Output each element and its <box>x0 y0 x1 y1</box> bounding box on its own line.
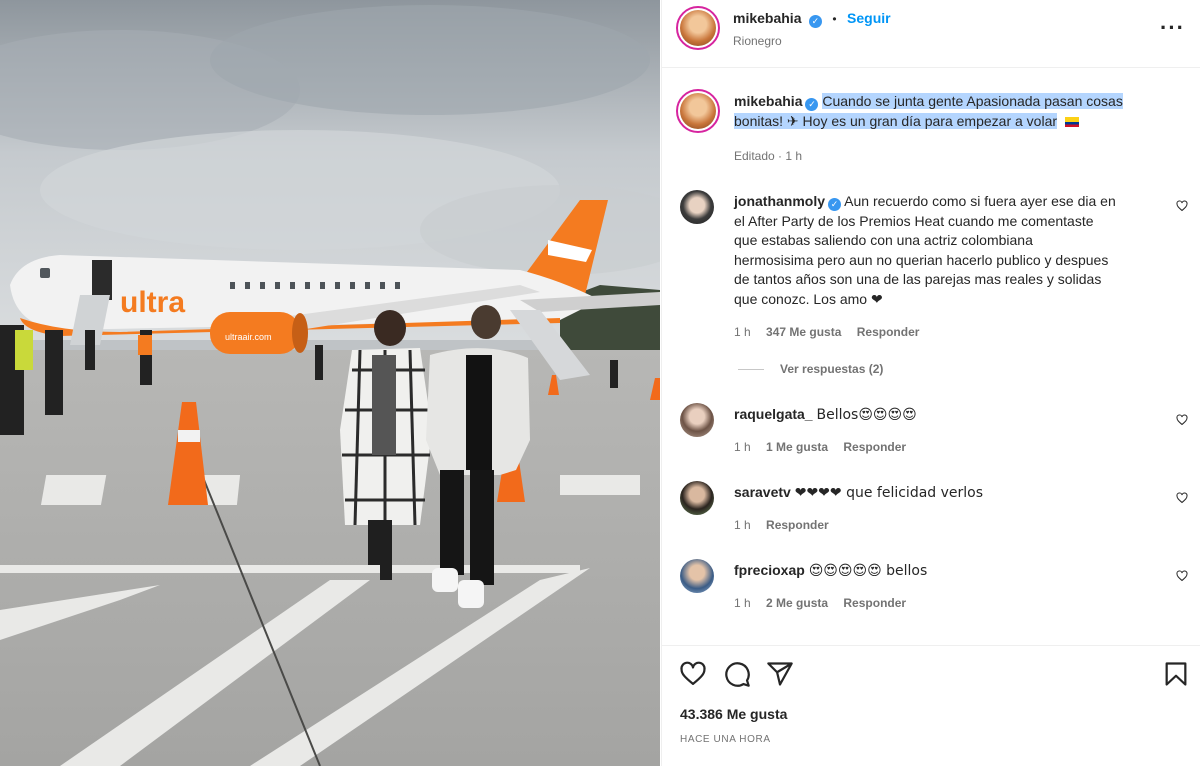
view-replies-label: Ver respuestas (2) <box>780 362 884 376</box>
caption-username[interactable]: mikebahia <box>734 93 802 109</box>
comment-time: 1 h <box>734 596 751 610</box>
airport-scene: ultra ultraair.com <box>0 0 660 766</box>
like-comment-heart-icon[interactable] <box>1176 570 1188 582</box>
caption-line2: bonitas! ✈ Hoy es un gran día para empez… <box>734 112 1058 129</box>
comment-avatar[interactable] <box>680 190 714 224</box>
location-link[interactable]: Rionegro <box>733 34 782 48</box>
comment-body: Bellos😍😍😍😍 <box>816 407 917 423</box>
comment-line: hermosisima pero aun no querian hacerlo … <box>734 251 1109 268</box>
post-panel: mikebahia ✓ • Seguir Rionegro ··· mikeba… <box>661 0 1200 766</box>
comment-username[interactable]: jonathanmoly <box>734 193 825 209</box>
like-comment-heart-icon[interactable] <box>1176 414 1188 426</box>
like-comment-heart-icon[interactable] <box>1176 492 1188 504</box>
comment-meta: 1 h 2 Me gusta Responder <box>734 596 918 610</box>
verified-icon: ✓ <box>828 198 842 211</box>
comment-body: ❤❤❤❤ que felicidad verlos <box>794 485 984 501</box>
caption-meta: Editado · 1 h <box>734 149 803 163</box>
comment-time: 1 h <box>734 325 751 339</box>
comment-username[interactable]: fprecioxap <box>734 562 805 578</box>
comment-bubble-icon[interactable] <box>723 660 751 688</box>
comment-username[interactable]: raquelgata_ <box>734 406 813 422</box>
comment-line: que conozc. Los amo ❤ <box>734 290 883 307</box>
follow-button[interactable]: Seguir <box>847 10 891 26</box>
comment-text: jonathanmoly ✓ Aun recuerdo como si fuera… <box>734 192 1174 309</box>
comment-line: el After Party de los Premios Heat cuand… <box>734 212 1094 229</box>
more-options-icon[interactable]: ··· <box>1160 15 1185 41</box>
comment-username[interactable]: saravetv <box>734 484 791 500</box>
caption-text: mikebahia ✓ Cuando se junta gente Apasion… <box>734 92 1174 131</box>
author-avatar[interactable] <box>676 6 720 50</box>
engine-text: ultraair.com <box>225 332 272 342</box>
comment-avatar[interactable] <box>680 481 714 515</box>
likes-count[interactable]: 43.386 Me gusta <box>680 706 787 722</box>
verified-icon: ✓ <box>805 98 819 111</box>
comment-body: 😍😍😍😍😍 bellos <box>808 563 928 579</box>
reply-button[interactable]: Responder <box>766 518 829 532</box>
comment-avatar[interactable] <box>680 403 714 437</box>
post-header: mikebahia ✓ • Seguir Rionegro ··· <box>662 0 1200 68</box>
separator-dot: • <box>832 12 837 26</box>
comment-text: saravetv ❤❤❤❤ que felicidad verlos <box>734 483 1174 504</box>
reply-button[interactable]: Responder <box>843 596 906 610</box>
comment-meta: 1 h 347 Me gusta Responder <box>734 325 931 339</box>
comment-meta: 1 h Responder <box>734 518 841 532</box>
view-replies-button[interactable]: Ver respuestas (2) <box>738 362 883 376</box>
comment-likes[interactable]: 1 Me gusta <box>766 440 828 454</box>
share-paper-plane-icon[interactable] <box>766 660 794 688</box>
colombia-flag-icon <box>1064 116 1079 127</box>
comment-text: fprecioxap 😍😍😍😍😍 bellos <box>734 561 1174 582</box>
comments-list[interactable]: mikebahia ✓ Cuando se junta gente Apasion… <box>662 69 1200 645</box>
comment-text: raquelgata_ Bellos😍😍😍😍 <box>734 405 1174 426</box>
author-username[interactable]: mikebahia <box>733 10 801 26</box>
comment-likes[interactable]: 2 Me gusta <box>766 596 828 610</box>
airline-logo: ultra <box>120 286 185 319</box>
save-bookmark-icon[interactable] <box>1162 660 1190 688</box>
comment-meta: 1 h 1 Me gusta Responder <box>734 440 918 454</box>
caption-avatar[interactable] <box>676 89 720 133</box>
comment-likes[interactable]: 347 Me gusta <box>766 325 841 339</box>
post-timestamp[interactable]: Hace una hora <box>680 734 771 745</box>
verified-icon: ✓ <box>808 15 822 28</box>
reply-button[interactable]: Responder <box>857 325 920 339</box>
reply-button[interactable]: Responder <box>843 440 906 454</box>
header-title-row: mikebahia ✓ • Seguir <box>733 10 891 28</box>
comment-time: 1 h <box>734 440 751 454</box>
post-footer: 43.386 Me gusta Hace una hora <box>662 645 1200 766</box>
like-comment-heart-icon[interactable] <box>1176 200 1188 212</box>
comment-line: de tantos años son una de las parejas ma… <box>734 271 1102 287</box>
comment-time: 1 h <box>734 518 751 532</box>
comment-line: que estabas saliendo con una actriz colo… <box>734 232 1033 248</box>
caption-line1: Cuando se junta gente Apasionada pasan c… <box>822 93 1123 109</box>
post-photo[interactable]: ultra ultraair.com <box>0 0 660 766</box>
like-heart-icon[interactable] <box>679 660 707 688</box>
comment-line: Aun recuerdo como si fuera ayer ese dia … <box>844 193 1116 209</box>
comment-avatar[interactable] <box>680 559 714 593</box>
